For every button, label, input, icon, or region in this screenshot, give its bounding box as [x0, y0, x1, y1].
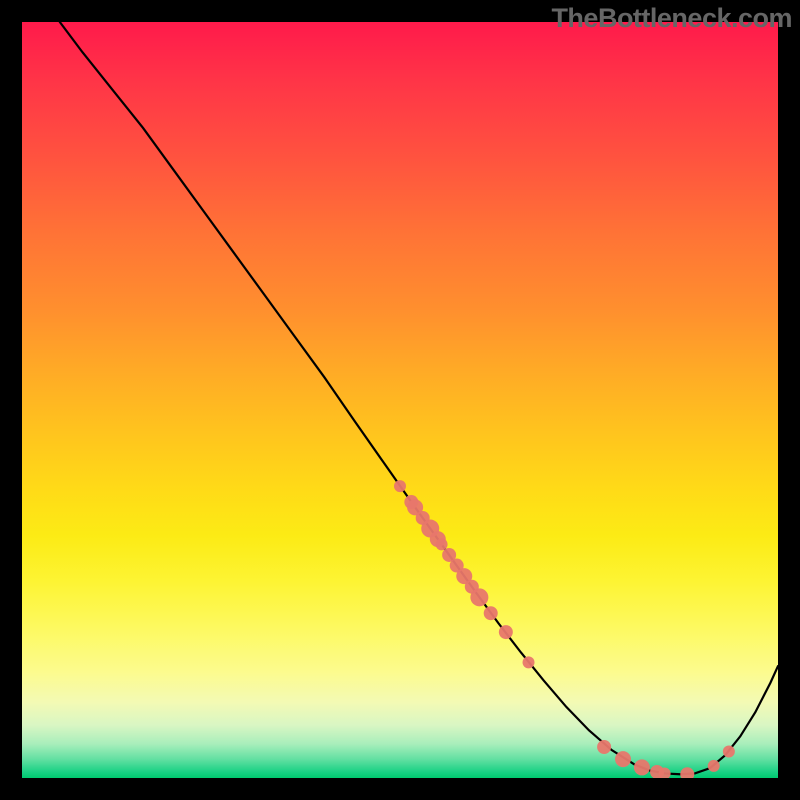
main-curve: [60, 22, 778, 774]
scatter-points: [394, 480, 735, 778]
scatter-point: [470, 588, 488, 606]
scatter-point: [634, 759, 650, 775]
scatter-point: [597, 740, 611, 754]
scatter-point: [680, 767, 694, 778]
scatter-point: [723, 746, 735, 758]
curve-path-group: [60, 22, 778, 774]
scatter-point: [499, 625, 513, 639]
scatter-point: [523, 656, 535, 668]
plot-area: [22, 22, 778, 778]
chart-frame: TheBottleneck.com: [0, 0, 800, 800]
scatter-point: [708, 760, 720, 772]
scatter-point: [436, 538, 448, 550]
chart-svg: [22, 22, 778, 778]
scatter-point: [394, 480, 406, 492]
watermark-label: TheBottleneck.com: [551, 3, 792, 34]
scatter-point: [484, 606, 498, 620]
scatter-point: [615, 751, 631, 767]
